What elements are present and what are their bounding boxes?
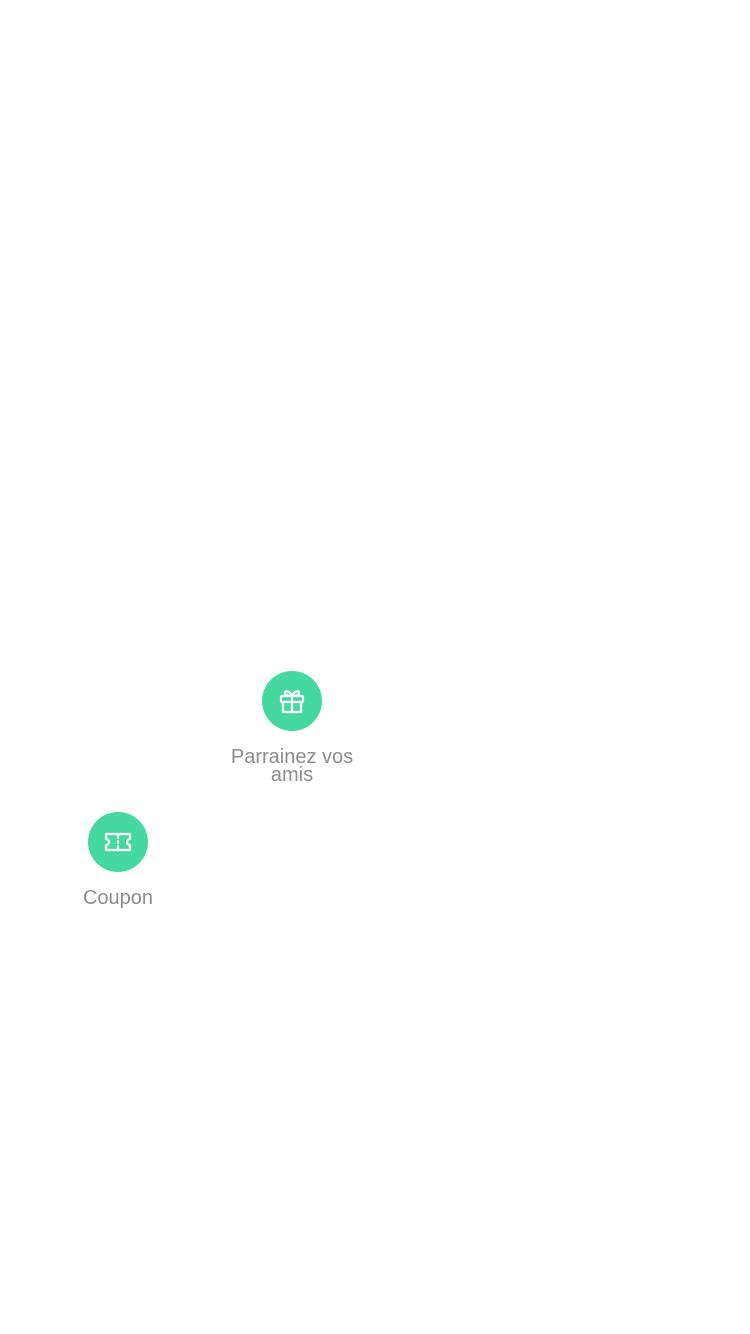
coupon-icon-circle xyxy=(88,812,148,872)
refer-friends-icon-circle xyxy=(262,671,322,731)
ticket-icon xyxy=(104,832,132,852)
gift-icon xyxy=(279,690,305,714)
coupon-button[interactable]: Coupon xyxy=(58,812,178,908)
refer-friends-label: Parrainez vos amis xyxy=(230,746,354,786)
coupon-label: Coupon xyxy=(82,887,154,909)
refer-friends-button[interactable]: Parrainez vos amis xyxy=(212,671,372,786)
